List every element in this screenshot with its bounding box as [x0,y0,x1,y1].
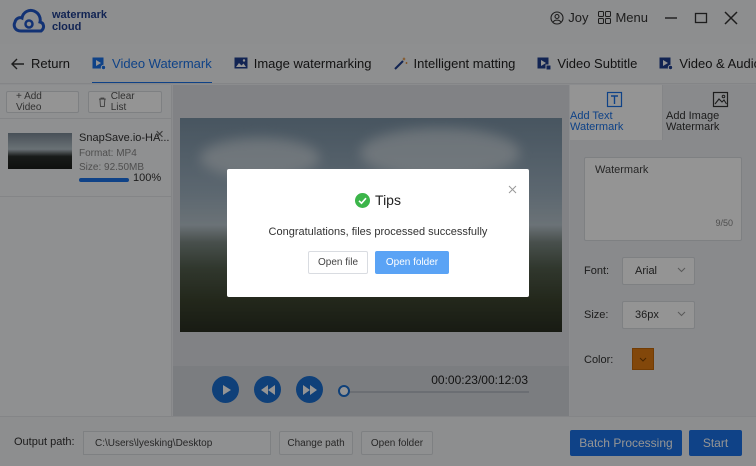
dialog-open-folder-button[interactable]: Open folder [375,251,449,274]
dialog-message: Congratulations, files processed success… [268,226,488,238]
tips-dialog: Tips Congratulations, files processed su… [227,169,529,297]
success-check-icon [355,192,371,208]
open-file-button[interactable]: Open file [308,251,368,274]
dialog-title: Tips [375,192,401,208]
